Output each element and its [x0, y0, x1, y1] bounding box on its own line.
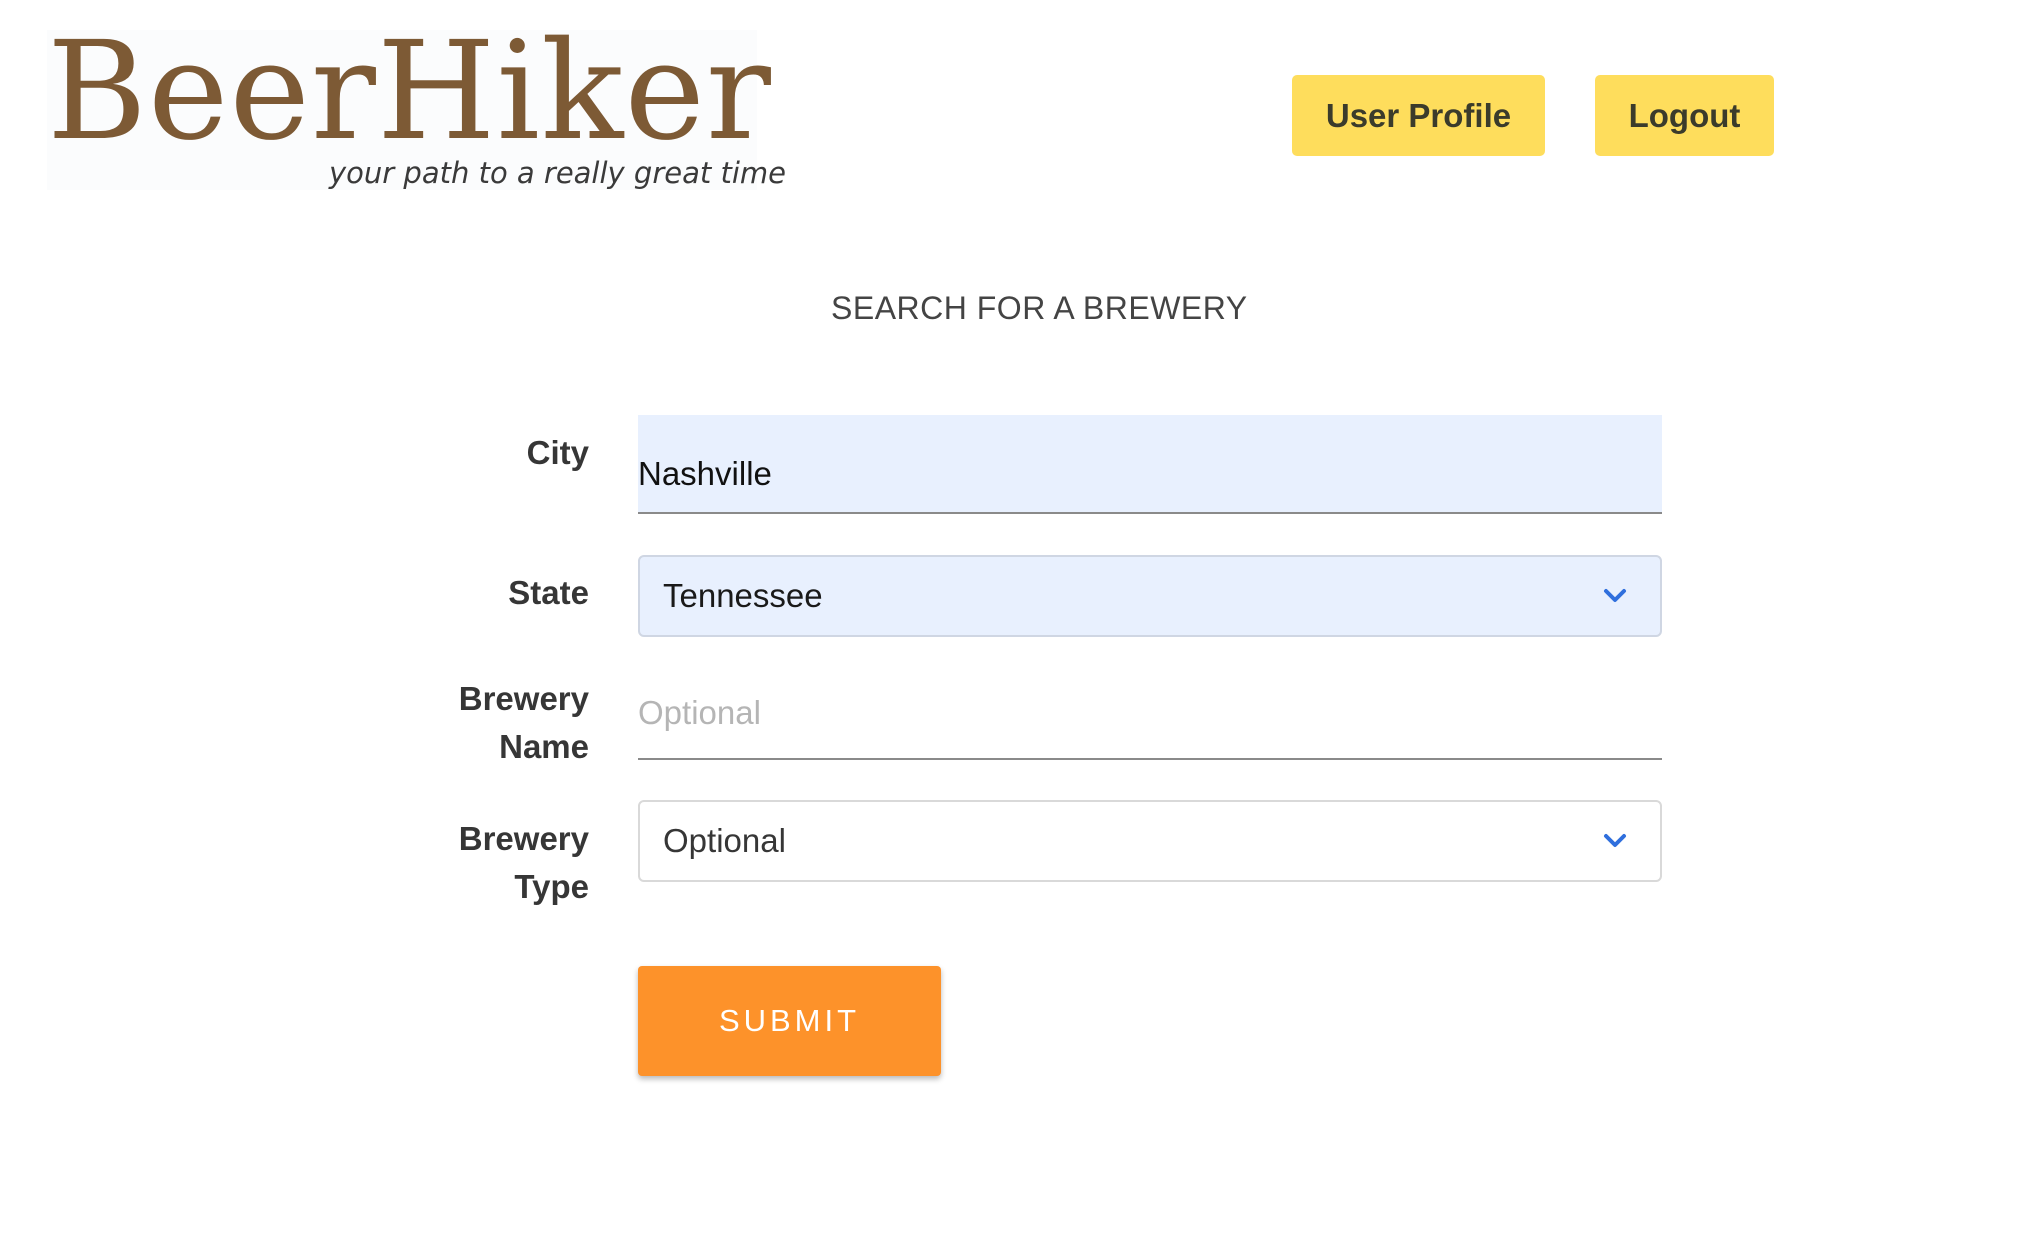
state-selected-value: Tennessee [663, 577, 823, 614]
city-input[interactable] [638, 415, 1662, 514]
chevron-down-icon [1604, 834, 1626, 847]
brewery-name-label-line2: Name [499, 728, 589, 765]
brewery-name-label: Brewery Name [369, 675, 589, 771]
logo-wordmark: BeerHiker [47, 13, 772, 171]
logo-tagline: your path to a really great time [329, 156, 786, 190]
logout-button[interactable]: Logout [1595, 75, 1774, 156]
state-select[interactable]: Tennessee [638, 555, 1662, 637]
brewery-type-selected-value: Optional [663, 822, 786, 859]
city-label: City [526, 434, 589, 471]
state-label: State [508, 574, 589, 611]
brand-logo: BeerHiker your path to a really great ti… [47, 24, 786, 190]
brewery-type-label-line2: Type [514, 868, 589, 905]
page-title: SEARCH FOR A BREWERY [831, 290, 1248, 326]
chevron-down-icon [1604, 589, 1626, 602]
brewery-type-label-line1: Brewery [458, 820, 589, 857]
brewery-type-label: Brewery Type [369, 815, 589, 911]
brewery-name-label-line1: Brewery [458, 680, 589, 717]
user-profile-button[interactable]: User Profile [1292, 75, 1545, 156]
brewery-name-input[interactable] [638, 680, 1662, 760]
brewery-type-select[interactable]: Optional [638, 800, 1662, 882]
submit-button[interactable]: SUBMIT [638, 966, 941, 1076]
